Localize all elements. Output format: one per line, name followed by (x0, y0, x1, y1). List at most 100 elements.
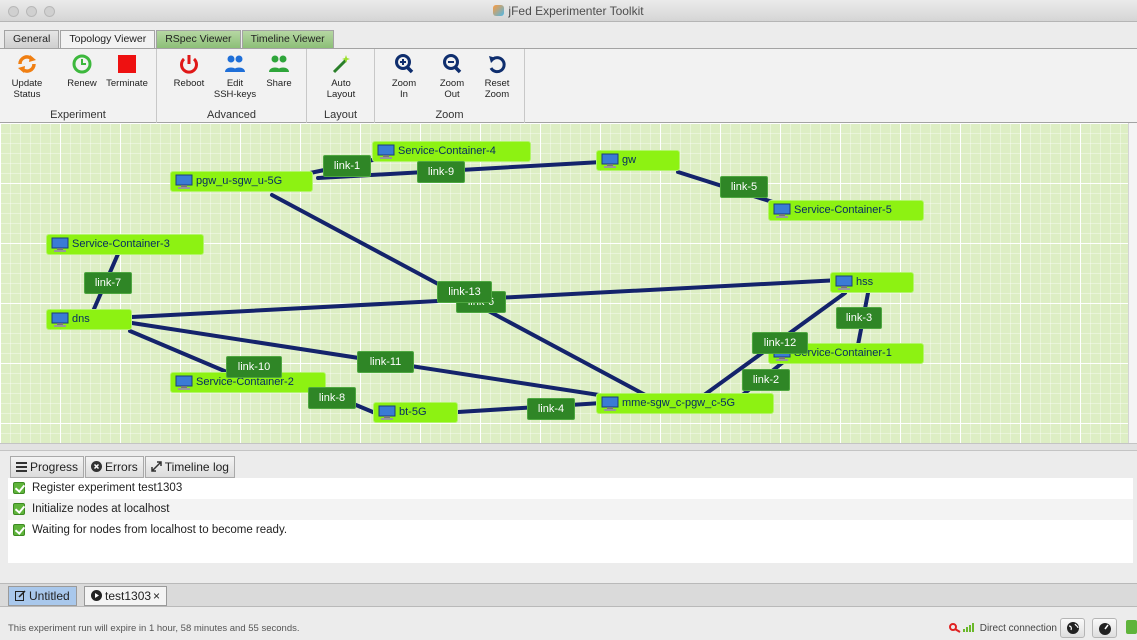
connection-status: Direct connection (948, 621, 1057, 634)
tab-untitled[interactable]: Untitled (8, 586, 77, 606)
tab-timeline-viewer[interactable]: Timeline Viewer (241, 30, 334, 48)
node-service-container-5[interactable]: Service-Container-5 (768, 200, 924, 221)
tab-progress[interactable]: Progress (10, 456, 85, 478)
node-dns[interactable]: dns (46, 309, 132, 330)
clock-renew-icon (72, 54, 92, 74)
share-button[interactable]: Share (261, 53, 297, 89)
expiry-status: This experiment run will expire in 1 hou… (8, 623, 300, 634)
toolbar-ribbon: Update Status Renew Terminate Experiment … (0, 48, 1137, 123)
node-gw[interactable]: gw (596, 150, 680, 171)
group-label-zoom: Zoom (435, 109, 464, 121)
tab-test1303[interactable]: test1303 × (84, 586, 168, 606)
zoom-in-button[interactable]: Zoom In (389, 53, 419, 100)
topology-canvas[interactable]: pgw_u-sgw_u-5G Service-Container-4 gw Se… (0, 123, 1137, 443)
experiment-tabs: Untitled test1303 × (0, 583, 1137, 607)
globe-icon (1067, 622, 1079, 634)
zoom-out-button[interactable]: Zoom Out (437, 53, 467, 100)
link-9-label[interactable]: link-9 (417, 161, 465, 183)
users-green-icon (269, 55, 289, 72)
computer-icon (601, 153, 619, 168)
tab-topology-viewer[interactable]: Topology Viewer (60, 30, 156, 49)
link-3-label[interactable]: link-3 (836, 307, 882, 329)
dashboard-button[interactable] (1092, 618, 1117, 638)
computer-icon (773, 203, 791, 218)
refresh-icon (18, 55, 36, 73)
update-status-button[interactable]: Update Status (8, 53, 46, 100)
list-icon (16, 462, 27, 472)
node-mme[interactable]: mme-sgw_c-pgw_c-5G (596, 393, 774, 414)
computer-icon (378, 405, 396, 420)
computer-icon (601, 396, 619, 411)
link-2-label[interactable]: link-2 (742, 369, 790, 391)
jfed-app-icon (493, 5, 505, 16)
play-icon (91, 590, 102, 601)
node-bt-5g[interactable]: bt-5G (373, 402, 458, 423)
node-service-container-4[interactable]: Service-Container-4 (372, 141, 531, 162)
tab-rspec-viewer[interactable]: RSpec Viewer (156, 30, 241, 48)
node-service-container-3[interactable]: Service-Container-3 (46, 234, 204, 255)
computer-icon (377, 144, 395, 159)
link-7-label[interactable]: link-7 (84, 272, 132, 294)
users-blue-icon (225, 55, 245, 72)
globe-button[interactable] (1060, 618, 1085, 638)
connection-signal-icon (948, 623, 974, 633)
expand-arrows-icon (150, 461, 162, 472)
edit-ssh-keys-button[interactable]: Edit SSH-keys (213, 53, 257, 100)
link-1-label[interactable]: link-1 (323, 155, 371, 177)
reboot-button[interactable]: Reboot (171, 53, 207, 89)
computer-icon (835, 275, 853, 290)
computer-icon (51, 237, 69, 252)
link-5-label[interactable]: link-5 (720, 176, 768, 198)
link-4-label[interactable]: link-4 (527, 398, 575, 420)
node-pgw[interactable]: pgw_u-sgw_u-5G (170, 171, 313, 192)
link-10-label[interactable]: link-10 (226, 356, 282, 378)
magic-wand-icon (332, 55, 350, 74)
log-tabs: Progress Errors Timeline log (10, 456, 236, 478)
tab-general[interactable]: General (4, 30, 60, 48)
reset-zoom-button[interactable]: Reset Zoom (481, 53, 513, 100)
group-experiment: Update Status Renew Terminate Experiment (0, 49, 157, 123)
list-item: Initialize nodes at localhost (8, 499, 1133, 520)
status-indicator-icon (1126, 620, 1137, 634)
tab-timeline-log[interactable]: Timeline log (144, 456, 235, 478)
panel-splitter[interactable] (0, 443, 1137, 451)
link-13-label[interactable]: link-13 (437, 281, 492, 303)
canvas-scrollbar[interactable] (1128, 123, 1137, 443)
group-label-advanced: Advanced (207, 109, 256, 121)
checkmark-icon (13, 482, 25, 494)
auto-layout-button[interactable]: Auto Layout (322, 53, 360, 100)
stop-icon (118, 55, 136, 73)
power-icon (180, 55, 198, 74)
link-8-label[interactable]: link-8 (308, 387, 356, 409)
tab-errors[interactable]: Errors (85, 456, 144, 478)
list-item: Waiting for nodes from localhost to beco… (8, 520, 1133, 541)
group-zoom: Zoom In Zoom Out Reset Zoom Zoom (375, 49, 525, 123)
close-tab-button[interactable]: × (153, 589, 160, 603)
reset-icon (489, 56, 506, 74)
zoom-out-icon (443, 54, 462, 74)
checkmark-icon (13, 524, 25, 536)
terminate-button[interactable]: Terminate (104, 53, 150, 89)
checkmark-icon (13, 503, 25, 515)
link-12-label[interactable]: link-12 (752, 332, 808, 354)
computer-icon (175, 174, 193, 189)
error-icon (91, 461, 103, 472)
computer-icon (51, 312, 69, 327)
group-label-layout: Layout (323, 109, 358, 121)
speedometer-icon (1099, 623, 1111, 635)
window-title: jFed Experimenter Toolkit (0, 4, 1137, 18)
edit-icon (15, 590, 26, 601)
renew-button[interactable]: Renew (66, 53, 98, 89)
group-advanced: Reboot Edit SSH-keys Share Advanced (157, 49, 307, 123)
link-11-label[interactable]: link-11 (357, 351, 414, 373)
progress-log-list: Register experiment test1303 Initialize … (8, 478, 1133, 563)
zoom-in-icon (395, 54, 414, 74)
group-layout: Auto Layout Layout (307, 49, 375, 123)
computer-icon (175, 375, 193, 390)
node-hss[interactable]: hss (830, 272, 914, 293)
window-titlebar: jFed Experimenter Toolkit (0, 0, 1137, 22)
list-item: Register experiment test1303 (8, 478, 1133, 499)
main-tabs: General Topology Viewer RSpec Viewer Tim… (4, 30, 335, 49)
status-bar: This experiment run will expire in 1 hou… (0, 609, 1137, 638)
group-label-experiment: Experiment (50, 109, 106, 121)
